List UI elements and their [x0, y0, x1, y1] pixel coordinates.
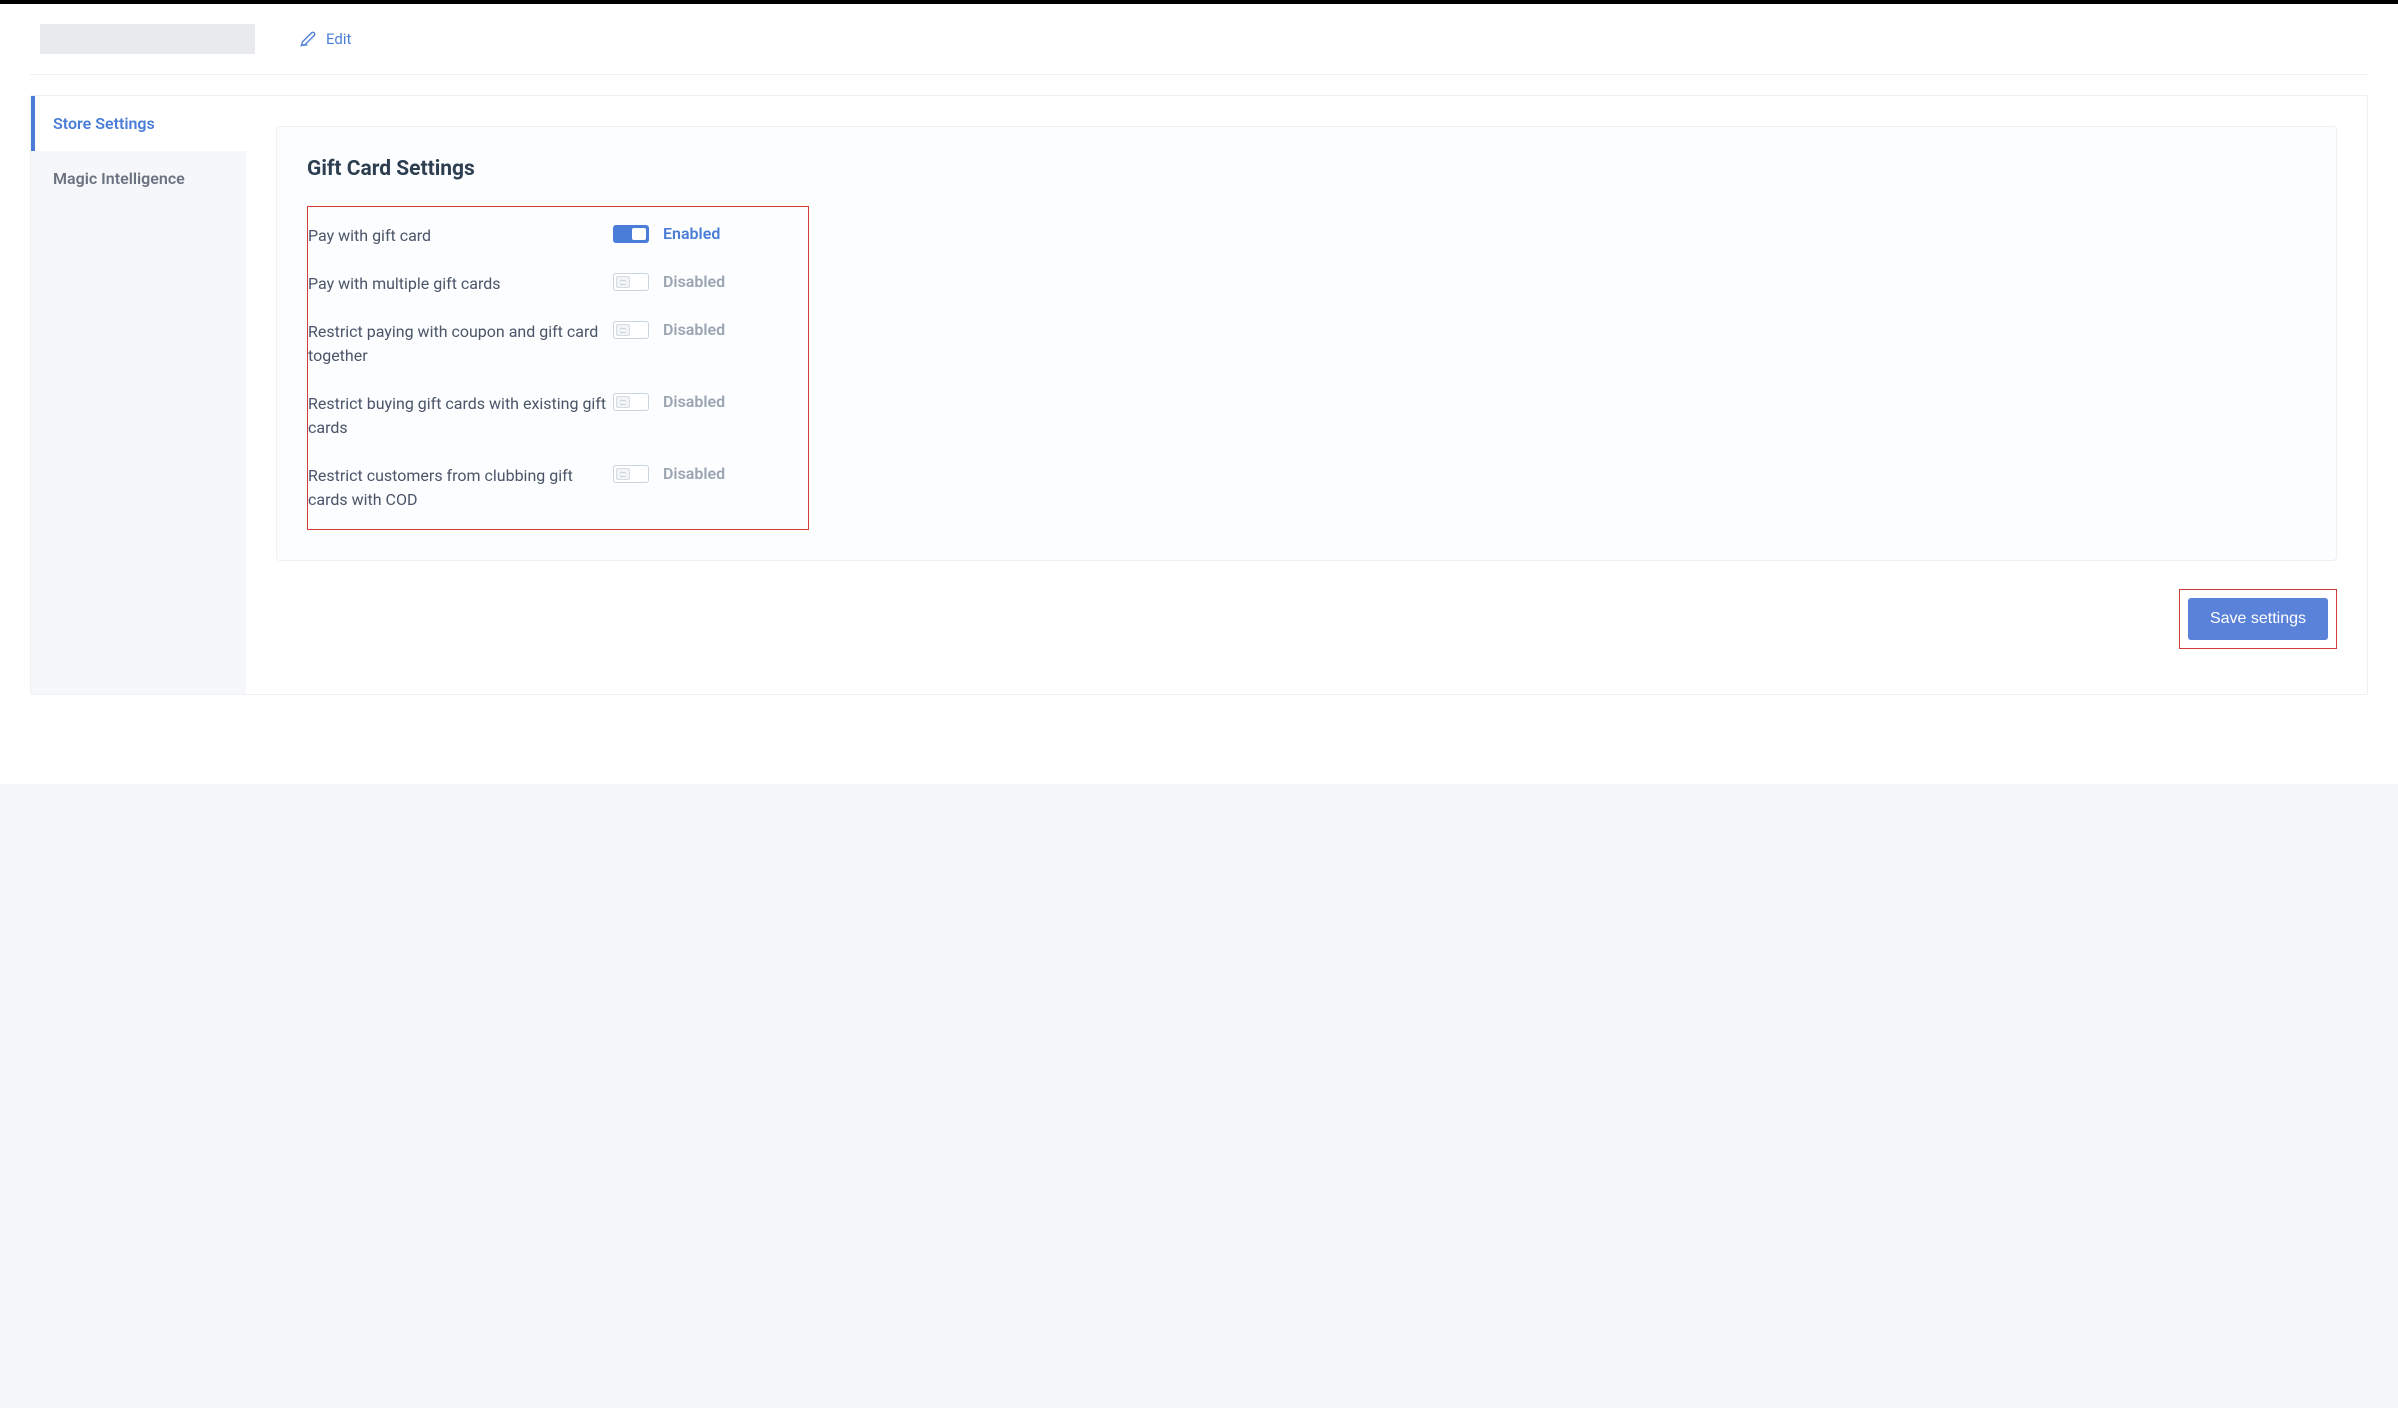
setting-label: Pay with gift card	[308, 224, 613, 248]
toggle-status: Disabled	[663, 464, 725, 483]
sidebar-item-label: Store Settings	[53, 114, 155, 133]
setting-row-restrict-coupon: Restrict paying with coupon and gift car…	[308, 308, 808, 380]
page-wrapper: Edit Store Settings Magic Intelligence G…	[0, 4, 2398, 784]
edit-icon	[300, 31, 316, 47]
setting-row-restrict-cod: Restrict customers from clubbing gift ca…	[308, 452, 808, 524]
toggle-status: Disabled	[663, 320, 725, 339]
main-content: Store Settings Magic Intelligence Gift C…	[30, 95, 2368, 695]
toggle-container: Disabled	[613, 320, 783, 339]
toggle-status: Disabled	[663, 392, 725, 411]
toggle-multiple-gift-cards[interactable]	[613, 273, 649, 291]
setting-label: Pay with multiple gift cards	[308, 272, 613, 296]
toggle-container: Enabled	[613, 224, 783, 243]
edit-link[interactable]: Edit	[300, 30, 351, 48]
panel-title: Gift Card Settings	[307, 157, 2306, 181]
toggle-knob	[632, 228, 646, 240]
toggle-restrict-cod[interactable]	[613, 465, 649, 483]
setting-label: Restrict buying gift cards with existing…	[308, 392, 613, 440]
settings-highlight-box: Pay with gift card Enabled Pay with mult…	[307, 206, 809, 530]
setting-row-restrict-buying: Restrict buying gift cards with existing…	[308, 380, 808, 452]
content-area: Gift Card Settings Pay with gift card En…	[246, 96, 2367, 694]
settings-panel: Gift Card Settings Pay with gift card En…	[276, 126, 2337, 561]
setting-label: Restrict paying with coupon and gift car…	[308, 320, 613, 368]
setting-row-multiple-gift-cards: Pay with multiple gift cards Disabled	[308, 260, 808, 308]
toggle-status: Disabled	[663, 272, 725, 291]
logo-placeholder	[40, 24, 255, 54]
toggle-pay-with-gift-card[interactable]	[613, 225, 649, 243]
sidebar-item-store-settings[interactable]: Store Settings	[31, 96, 246, 151]
toggle-container: Disabled	[613, 392, 783, 411]
sidebar: Store Settings Magic Intelligence	[31, 96, 246, 694]
toggle-status: Enabled	[663, 224, 720, 243]
top-header: Edit	[30, 4, 2368, 75]
edit-label: Edit	[326, 30, 351, 48]
toggle-container: Disabled	[613, 464, 783, 483]
toggle-restrict-buying[interactable]	[613, 393, 649, 411]
setting-label: Restrict customers from clubbing gift ca…	[308, 464, 613, 512]
toggle-restrict-coupon[interactable]	[613, 321, 649, 339]
setting-row-pay-with-gift-card: Pay with gift card Enabled	[308, 212, 808, 260]
sidebar-item-magic-intelligence[interactable]: Magic Intelligence	[31, 151, 246, 206]
save-highlight-box: Save settings	[2179, 589, 2337, 649]
toggle-container: Disabled	[613, 272, 783, 291]
toggle-knob	[616, 396, 630, 408]
sidebar-item-label: Magic Intelligence	[53, 169, 185, 188]
save-settings-button[interactable]: Save settings	[2188, 598, 2328, 640]
spacer	[30, 695, 2368, 735]
toggle-knob	[616, 324, 630, 336]
toggle-knob	[616, 276, 630, 288]
toggle-knob	[616, 468, 630, 480]
save-row: Save settings	[276, 589, 2337, 649]
